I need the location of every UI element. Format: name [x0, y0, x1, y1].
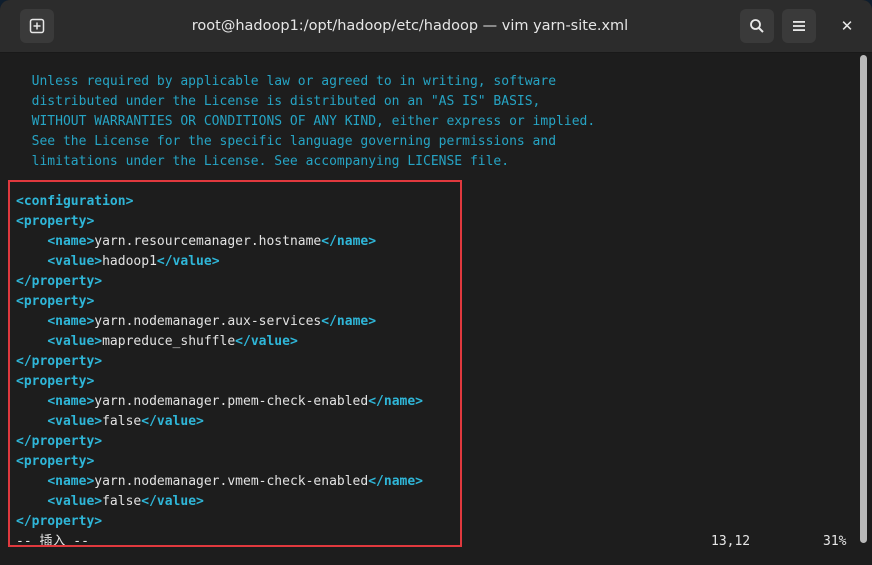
property-close-line: </property>	[16, 514, 103, 529]
property-value-line: <value>hadoop1</value>	[47, 254, 220, 269]
license-line: See the License for the specific languag…	[16, 134, 557, 149]
property-open-line: <property>	[16, 454, 95, 469]
property-open-line: <property>	[16, 374, 95, 389]
close-button[interactable]: ✕	[830, 9, 864, 43]
close-icon: ✕	[840, 17, 854, 35]
license-line: distributed under the License is distrib…	[16, 94, 541, 109]
terminal-window: root@hadoop1:/opt/hadoop/etc/hadoop — vi…	[0, 0, 872, 565]
scroll-percent: 31%	[823, 534, 847, 549]
search-button[interactable]	[740, 9, 774, 43]
license-line: WITHOUT WARRANTIES OR CONDITIONS OF ANY …	[16, 114, 596, 129]
property-close-line: </property>	[16, 354, 103, 369]
property-close-line: </property>	[16, 434, 103, 449]
property-close-line: </property>	[16, 274, 103, 289]
new-tab-button[interactable]	[20, 9, 54, 43]
property-name-line: <name>yarn.nodemanager.aux-services</nam…	[47, 314, 377, 329]
config-open-line: <configuration>	[16, 194, 134, 209]
property-open-line: <property>	[16, 214, 95, 229]
cursor-position: 13,12	[711, 534, 751, 549]
menu-button[interactable]	[782, 9, 816, 43]
property-open-line: <property>	[16, 294, 95, 309]
license-line: Unless required by applicable law or agr…	[16, 74, 557, 89]
terminal-content[interactable]: Unless required by applicable law or agr…	[0, 53, 872, 565]
scrollbar-thumb[interactable]	[860, 55, 867, 543]
new-tab-icon	[29, 18, 45, 34]
license-line: limitations under the License. See accom…	[16, 154, 510, 169]
search-icon	[750, 19, 764, 33]
property-value-line: <value>false</value>	[47, 494, 204, 509]
property-name-line: <name>yarn.nodemanager.pmem-check-enable…	[47, 394, 424, 409]
titlebar: root@hadoop1:/opt/hadoop/etc/hadoop — vi…	[0, 0, 872, 53]
property-value-line: <value>mapreduce_shuffle</value>	[47, 334, 298, 349]
property-value-line: <value>false</value>	[47, 414, 204, 429]
comment-end-line: -->	[16, 173, 39, 180]
scrollbar[interactable]	[857, 53, 869, 565]
window-title: root@hadoop1:/opt/hadoop/etc/hadoop — vi…	[191, 18, 629, 34]
property-name-line: <name>yarn.nodemanager.vmem-check-enable…	[47, 474, 424, 489]
property-name-line: <name>yarn.resourcemanager.hostname</nam…	[47, 234, 377, 249]
vim-mode-indicator: -- 插入 --	[16, 534, 89, 549]
hamburger-menu-icon	[793, 21, 805, 31]
